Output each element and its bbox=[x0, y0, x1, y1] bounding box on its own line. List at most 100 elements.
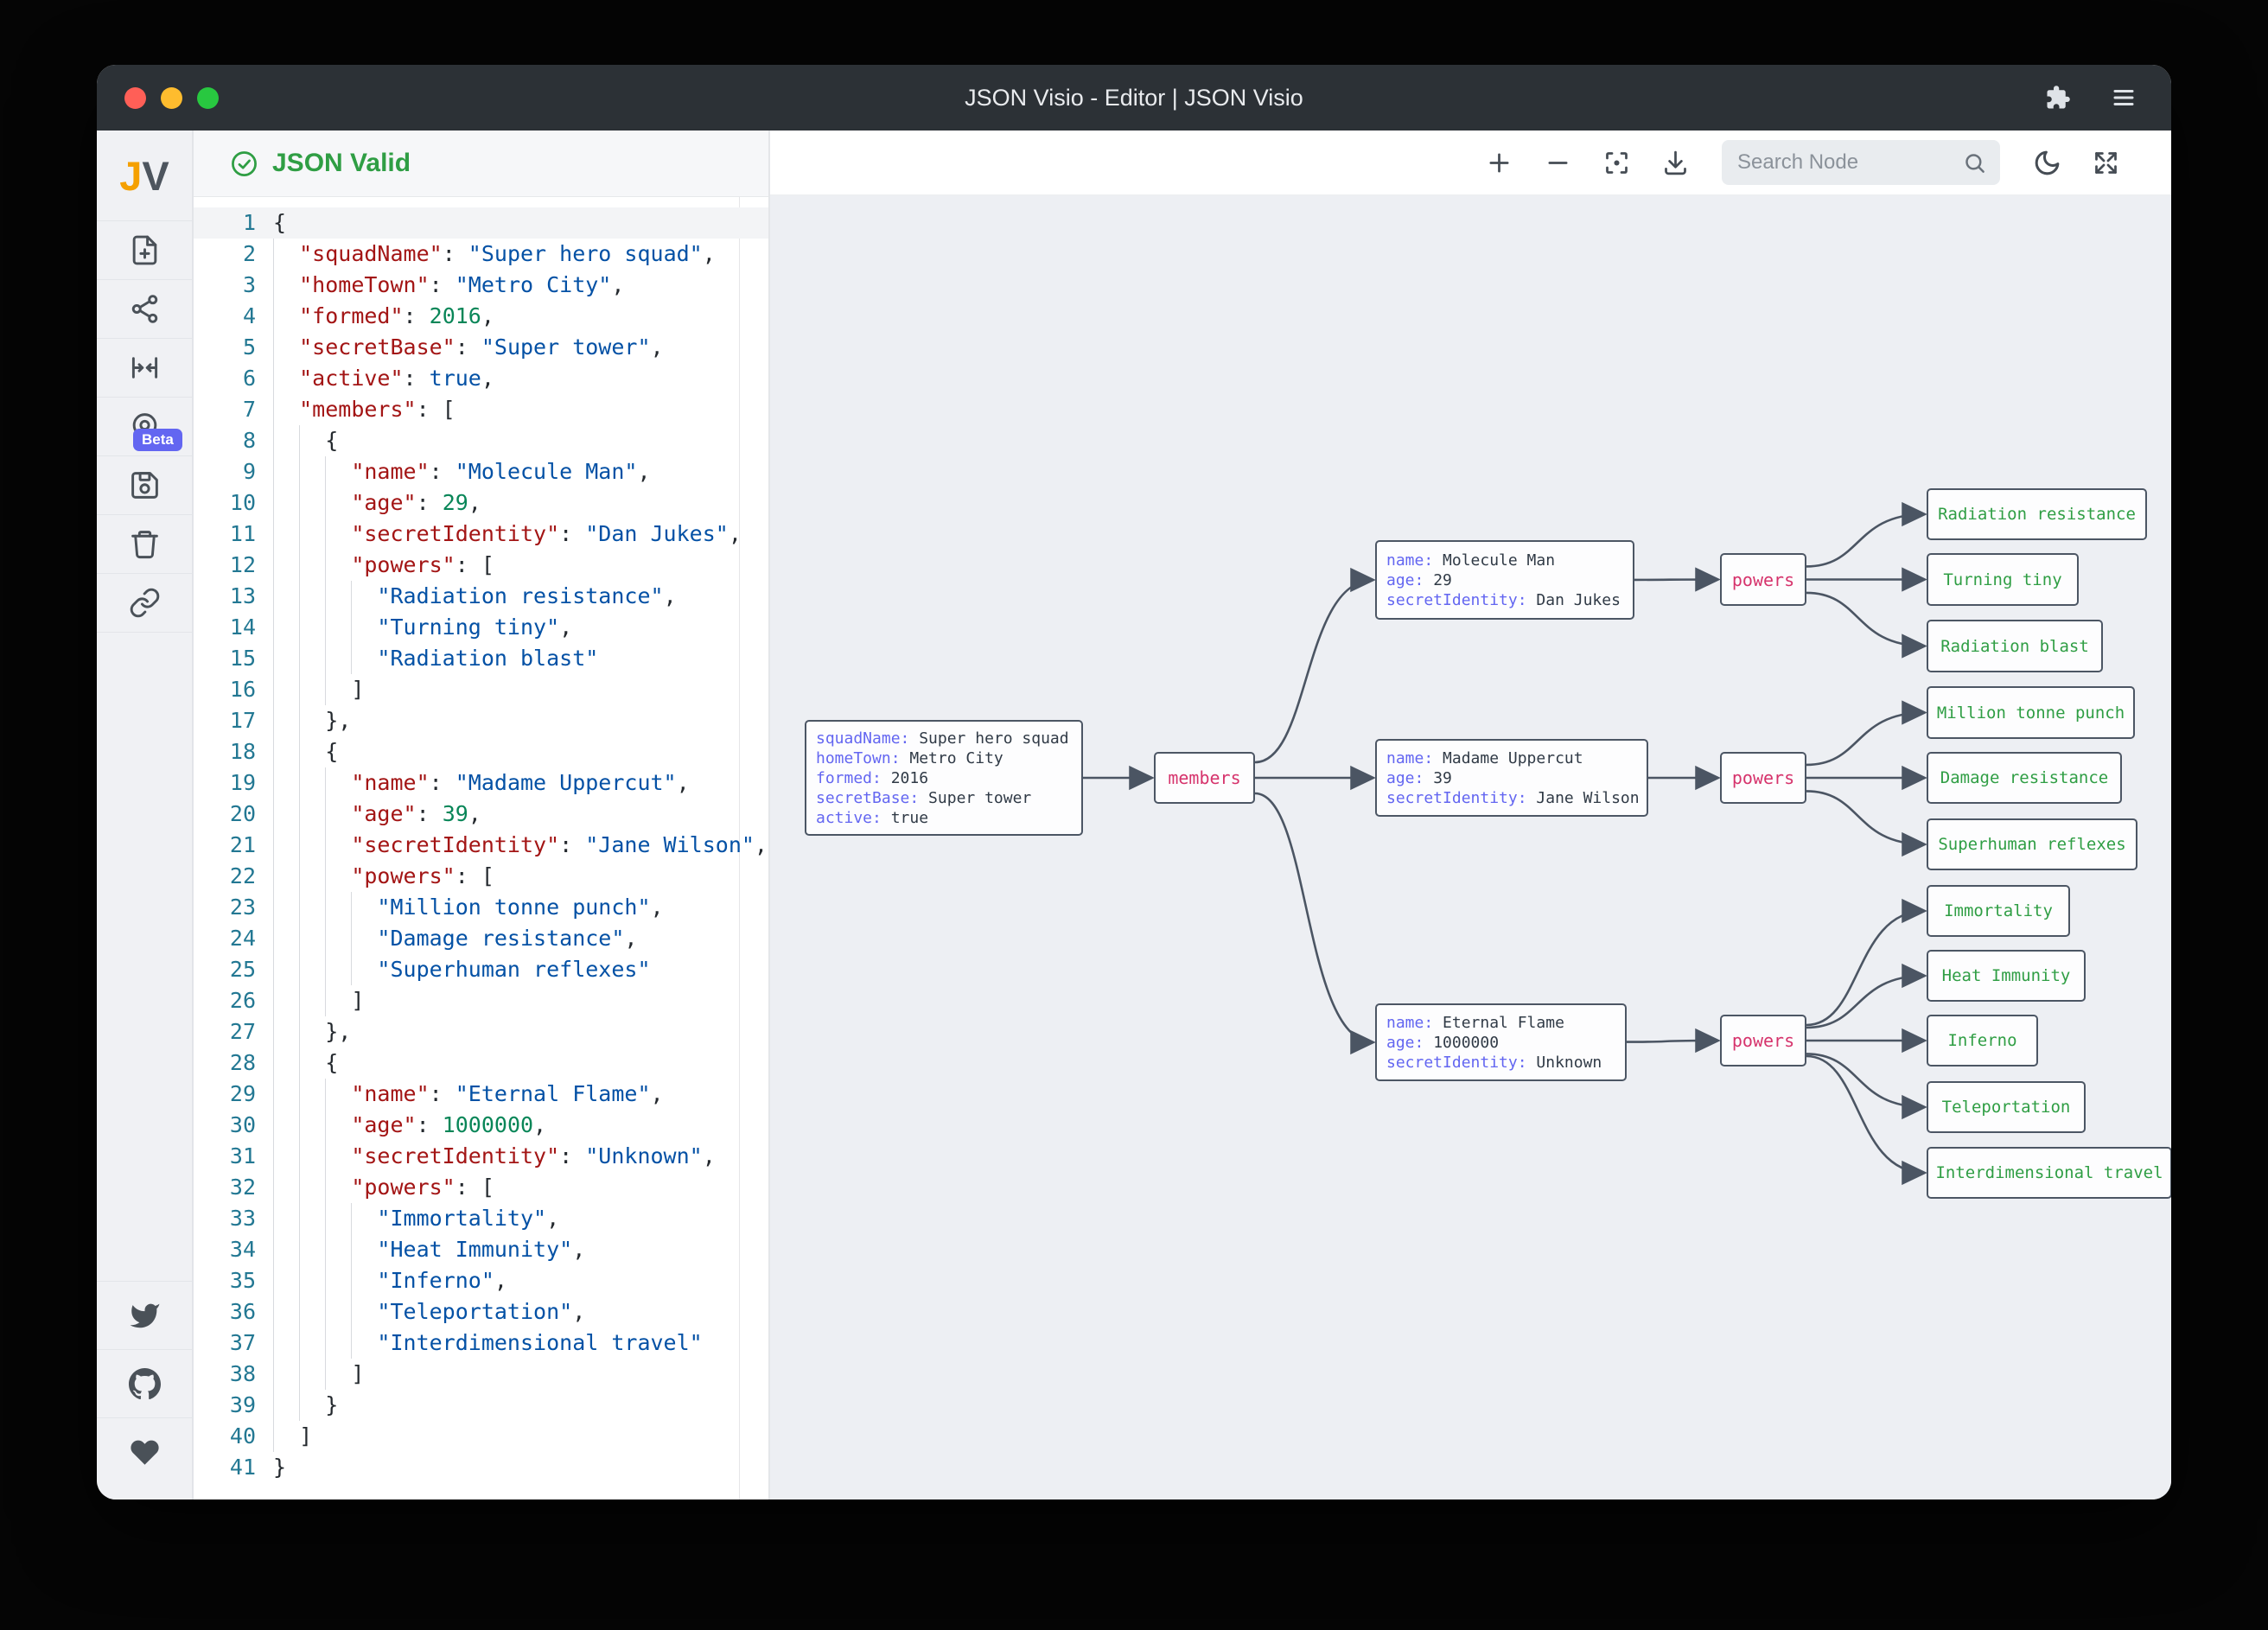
graph-node-m3[interactable]: name: Eternal Flameage: 1000000secretIde… bbox=[1375, 1003, 1627, 1081]
graph-node-p3[interactable]: powers bbox=[1720, 1015, 1806, 1067]
code-line[interactable]: 34 "Heat Immunity", bbox=[194, 1234, 768, 1265]
zoom-out-button[interactable] bbox=[1540, 145, 1575, 180]
zoom-window-button[interactable] bbox=[197, 87, 219, 109]
code-line[interactable]: 28 { bbox=[194, 1047, 768, 1079]
code-text: }, bbox=[273, 1016, 351, 1047]
search-icon[interactable] bbox=[1963, 151, 1986, 175]
graph-node-l3[interactable]: Radiation blast bbox=[1927, 620, 2103, 672]
code-line[interactable]: 41} bbox=[194, 1452, 768, 1483]
center-canvas-button[interactable] bbox=[1599, 145, 1634, 180]
dark-mode-toggle[interactable] bbox=[2029, 145, 2064, 180]
code-line[interactable]: 39 } bbox=[194, 1390, 768, 1421]
code-line[interactable]: 16 ] bbox=[194, 674, 768, 705]
code-line[interactable]: 1{ bbox=[194, 207, 768, 239]
close-window-button[interactable] bbox=[124, 87, 146, 109]
code-line[interactable]: 3 "homeTown": "Metro City", bbox=[194, 270, 768, 301]
line-number: 26 bbox=[194, 985, 273, 1016]
live-transform-button[interactable]: Beta bbox=[97, 397, 192, 455]
indent-guide bbox=[325, 1079, 326, 1390]
code-line[interactable]: 25 "Superhuman reflexes" bbox=[194, 954, 768, 985]
new-document-button[interactable] bbox=[97, 220, 192, 279]
code-line[interactable]: 40 ] bbox=[194, 1421, 768, 1452]
sponsor-button[interactable] bbox=[97, 1417, 192, 1486]
graph-node-p2[interactable]: powers bbox=[1720, 752, 1806, 804]
code-line[interactable]: 10 "age": 29, bbox=[194, 487, 768, 519]
github-button[interactable] bbox=[97, 1349, 192, 1417]
code-line[interactable]: 21 "secretIdentity": "Jane Wilson", bbox=[194, 830, 768, 861]
share-button[interactable] bbox=[97, 279, 192, 338]
graph-node-l8[interactable]: Heat Immunity bbox=[1927, 950, 2086, 1002]
code-line[interactable]: 20 "age": 39, bbox=[194, 799, 768, 830]
node-label: Immortality bbox=[1944, 901, 2053, 920]
code-line[interactable]: 26 ] bbox=[194, 985, 768, 1016]
graph-node-l6[interactable]: Superhuman reflexes bbox=[1927, 818, 2137, 870]
code-line[interactable]: 31 "secretIdentity": "Unknown", bbox=[194, 1141, 768, 1172]
code-line[interactable]: 13 "Radiation resistance", bbox=[194, 581, 768, 612]
code-line[interactable]: 5 "secretBase": "Super tower", bbox=[194, 332, 768, 363]
extension-icon[interactable] bbox=[2045, 85, 2071, 111]
center-view-button[interactable] bbox=[97, 338, 192, 397]
graph-node-root[interactable]: squadName: Super hero squadhomeTown: Met… bbox=[805, 720, 1083, 836]
moon-icon bbox=[2033, 149, 2061, 177]
line-number: 9 bbox=[194, 456, 273, 487]
code-line[interactable]: 30 "age": 1000000, bbox=[194, 1110, 768, 1141]
graph-node-l7[interactable]: Immortality bbox=[1927, 885, 2070, 937]
twitter-button[interactable] bbox=[97, 1281, 192, 1349]
code-line[interactable]: 2 "squadName": "Super hero squad", bbox=[194, 239, 768, 270]
search-node-input[interactable] bbox=[1736, 150, 1954, 175]
code-line[interactable]: 15 "Radiation blast" bbox=[194, 643, 768, 674]
code-line[interactable]: 29 "name": "Eternal Flame", bbox=[194, 1079, 768, 1110]
code-line[interactable]: 35 "Inferno", bbox=[194, 1265, 768, 1296]
line-number: 31 bbox=[194, 1141, 273, 1172]
code-line[interactable]: 33 "Immortality", bbox=[194, 1203, 768, 1234]
graph-node-l2[interactable]: Turning tiny bbox=[1927, 553, 2079, 606]
code-line[interactable]: 27 }, bbox=[194, 1016, 768, 1047]
graph-node-m1[interactable]: name: Molecule Manage: 29secretIdentity:… bbox=[1375, 540, 1634, 620]
graph-node-m2[interactable]: name: Madame Uppercutage: 39secretIdenti… bbox=[1375, 739, 1648, 817]
graph-node-p1[interactable]: powers bbox=[1720, 553, 1806, 606]
code-text: "powers": [ bbox=[273, 861, 494, 892]
graph-node-members[interactable]: members bbox=[1154, 752, 1255, 804]
code-line[interactable]: 12 "powers": [ bbox=[194, 550, 768, 581]
graph-node-l1[interactable]: Radiation resistance bbox=[1927, 488, 2147, 540]
indent-guide bbox=[273, 239, 274, 1452]
code-line[interactable]: 8 { bbox=[194, 425, 768, 456]
code-line[interactable]: 14 "Turning tiny", bbox=[194, 612, 768, 643]
node-label: Superhuman reflexes bbox=[1938, 835, 2125, 854]
copy-link-button[interactable] bbox=[97, 573, 192, 633]
code-line[interactable]: 22 "powers": [ bbox=[194, 861, 768, 892]
save-button[interactable] bbox=[97, 455, 192, 514]
code-line[interactable]: 19 "name": "Madame Uppercut", bbox=[194, 767, 768, 799]
graph-node-l5[interactable]: Damage resistance bbox=[1927, 752, 2122, 804]
code-area[interactable]: 1{2 "squadName": "Super hero squad",3 "h… bbox=[194, 197, 768, 1499]
code-line[interactable]: 11 "secretIdentity": "Dan Jukes", bbox=[194, 519, 768, 550]
validation-status: JSON Valid bbox=[272, 149, 411, 178]
graph-node-l11[interactable]: Interdimensional travel bbox=[1927, 1147, 2171, 1199]
code-line[interactable]: 23 "Million tonne punch", bbox=[194, 892, 768, 923]
code-line[interactable]: 6 "active": true, bbox=[194, 363, 768, 394]
minimize-window-button[interactable] bbox=[161, 87, 182, 109]
code-line[interactable]: 4 "formed": 2016, bbox=[194, 301, 768, 332]
center-arrows-icon bbox=[129, 352, 161, 384]
browser-menu-icon[interactable] bbox=[2111, 85, 2137, 111]
delete-button[interactable] bbox=[97, 514, 192, 573]
code-line[interactable]: 32 "powers": [ bbox=[194, 1172, 768, 1203]
graph-node-l4[interactable]: Million tonne punch bbox=[1927, 686, 2135, 739]
graph-canvas[interactable]: squadName: Super hero squadhomeTown: Met… bbox=[770, 195, 2171, 1499]
code-line[interactable]: 9 "name": "Molecule Man", bbox=[194, 456, 768, 487]
zoom-in-button[interactable] bbox=[1481, 145, 1516, 180]
code-line[interactable]: 37 "Interdimensional travel" bbox=[194, 1328, 768, 1359]
code-line[interactable]: 24 "Damage resistance", bbox=[194, 923, 768, 954]
code-line[interactable]: 38 ] bbox=[194, 1359, 768, 1390]
download-image-button[interactable] bbox=[1658, 145, 1692, 180]
twitter-icon bbox=[129, 1300, 161, 1332]
code-line[interactable]: 17 }, bbox=[194, 705, 768, 736]
fullscreen-button[interactable] bbox=[2088, 145, 2123, 180]
app-logo[interactable]: JV bbox=[97, 131, 192, 220]
code-line[interactable]: 18 { bbox=[194, 736, 768, 767]
graph-node-l10[interactable]: Teleportation bbox=[1927, 1081, 2086, 1133]
graph-node-l9[interactable]: Inferno bbox=[1927, 1015, 2038, 1067]
code-line[interactable]: 36 "Teleportation", bbox=[194, 1296, 768, 1328]
code-line[interactable]: 7 "members": [ bbox=[194, 394, 768, 425]
line-number: 6 bbox=[194, 363, 273, 394]
